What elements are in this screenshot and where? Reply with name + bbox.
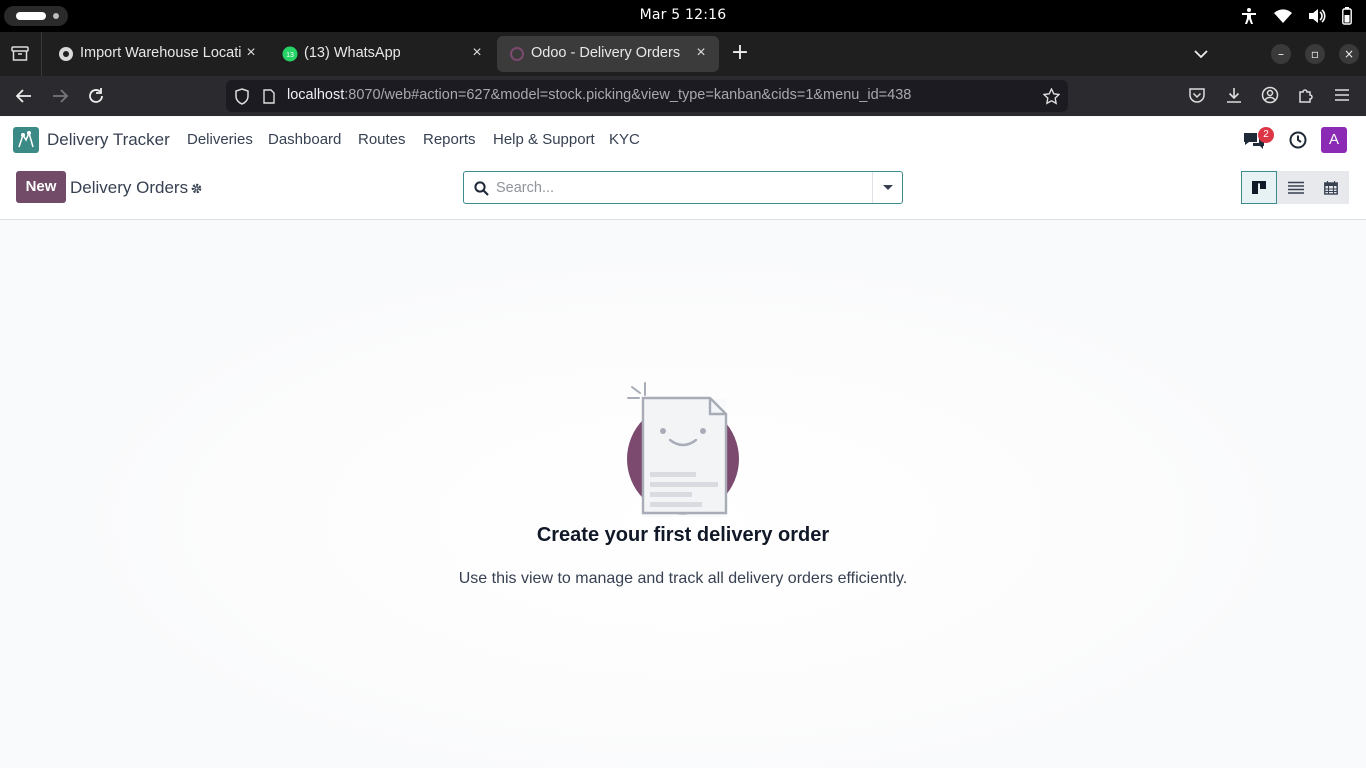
control-panel: New Delivery Orders <box>0 163 1366 220</box>
battery-icon[interactable] <box>1342 7 1352 25</box>
reload-icon[interactable] <box>86 86 106 106</box>
messaging-counter-badge: 2 <box>1258 127 1274 143</box>
url-text[interactable]: localhost:8070/web#action=627&model=stoc… <box>287 87 911 103</box>
kanban-view-content: Create your first delivery order Use thi… <box>0 221 1366 768</box>
tab-odoo-delivery-orders[interactable]: Odoo - Delivery Orders × <box>497 36 719 72</box>
close-tab-icon[interactable]: × <box>468 44 486 62</box>
hamburger-menu-icon[interactable] <box>1333 86 1351 108</box>
menu-reports[interactable]: Reports <box>423 131 476 148</box>
system-tray[interactable] <box>1240 7 1352 25</box>
close-tab-icon[interactable]: × <box>692 44 710 62</box>
menu-help-support[interactable]: Help & Support <box>493 131 595 148</box>
pocket-icon[interactable] <box>1188 86 1206 108</box>
tab-title: (13) WhatsApp <box>304 45 401 61</box>
menu-kyc[interactable]: KYC <box>609 131 640 148</box>
kanban-icon <box>1252 181 1266 194</box>
odoo-loading-icon <box>510 47 524 61</box>
restore-window-button[interactable]: ▫ <box>1305 44 1325 64</box>
tab-import-warehouse[interactable]: Import Warehouse Locati × <box>46 36 266 72</box>
back-arrow-icon[interactable] <box>14 86 34 106</box>
app-name[interactable]: Delivery Tracker <box>47 130 170 150</box>
address-bar[interactable]: localhost:8070/web#action=627&model=stoc… <box>226 80 1068 112</box>
close-tab-icon[interactable]: × <box>242 44 260 62</box>
list-view-button[interactable] <box>1277 171 1313 204</box>
close-window-button[interactable]: × <box>1339 44 1359 64</box>
system-top-bar: Mar 5 12:16 <box>0 0 1366 32</box>
url-path: :8070/web#action=627&model=stock.picking… <box>344 87 912 103</box>
tab-overview-button[interactable] <box>0 32 42 76</box>
view-switcher <box>1241 171 1349 204</box>
odoo-navbar: Delivery Tracker Deliveries Dashboard Ro… <box>0 117 1366 163</box>
tab-whatsapp[interactable]: 13 (13) WhatsApp × <box>270 36 492 72</box>
kanban-view-button[interactable] <box>1241 171 1277 204</box>
new-button[interactable]: New <box>16 171 66 203</box>
forward-arrow-icon[interactable] <box>50 86 70 106</box>
accessibility-icon[interactable] <box>1240 7 1258 25</box>
empty-state-title: Create your first delivery order <box>536 524 830 546</box>
user-avatar[interactable]: A <box>1321 127 1347 153</box>
empty-document-smiley-icon <box>627 382 739 517</box>
search-bar <box>463 171 903 204</box>
new-tab-button[interactable]: + <box>728 42 752 66</box>
menu-deliveries[interactable]: Deliveries <box>187 131 253 148</box>
svg-text:13: 13 <box>286 52 294 59</box>
tracking-protection-shield-icon[interactable] <box>234 88 250 109</box>
page-info-icon[interactable] <box>262 89 276 108</box>
list-icon <box>1288 181 1304 194</box>
odoo-grey-icon <box>59 47 73 61</box>
tab-title: Odoo - Delivery Orders <box>531 45 681 61</box>
search-icon <box>474 181 489 200</box>
bookmark-star-icon[interactable] <box>1042 87 1061 109</box>
archive-icon <box>11 46 29 61</box>
list-all-tabs-chevron-icon[interactable] <box>1194 44 1208 63</box>
extensions-icon[interactable] <box>1297 86 1315 108</box>
calendar-icon <box>1324 181 1338 195</box>
minimize-window-button[interactable]: – <box>1271 44 1291 64</box>
menu-dashboard[interactable]: Dashboard <box>268 131 341 148</box>
calendar-view-button[interactable] <box>1313 171 1349 204</box>
downloads-icon[interactable] <box>1225 86 1243 108</box>
empty-state-text: Use this view to manage and track all de… <box>458 570 908 587</box>
page-title: Delivery Orders <box>70 178 189 197</box>
activity-clock-icon[interactable] <box>1289 131 1307 153</box>
account-icon[interactable] <box>1261 86 1279 108</box>
tab-title: Import Warehouse Locati <box>80 45 242 61</box>
gear-icon[interactable] <box>190 180 203 199</box>
search-options-dropdown-caret-icon[interactable] <box>872 172 902 203</box>
whatsapp-icon: 13 <box>282 46 298 62</box>
volume-icon[interactable] <box>1308 8 1326 24</box>
browser-tab-strip: Import Warehouse Locati × 13 (13) WhatsA… <box>0 32 1366 76</box>
menu-routes[interactable]: Routes <box>358 131 406 148</box>
search-input[interactable] <box>496 177 866 199</box>
browser-navigation-bar: localhost:8070/web#action=627&model=stoc… <box>0 76 1366 116</box>
system-clock[interactable]: Mar 5 12:16 <box>0 0 1366 32</box>
url-host: localhost <box>287 87 345 103</box>
app-logo-icon[interactable] <box>13 127 39 153</box>
wifi-icon[interactable] <box>1274 8 1292 24</box>
